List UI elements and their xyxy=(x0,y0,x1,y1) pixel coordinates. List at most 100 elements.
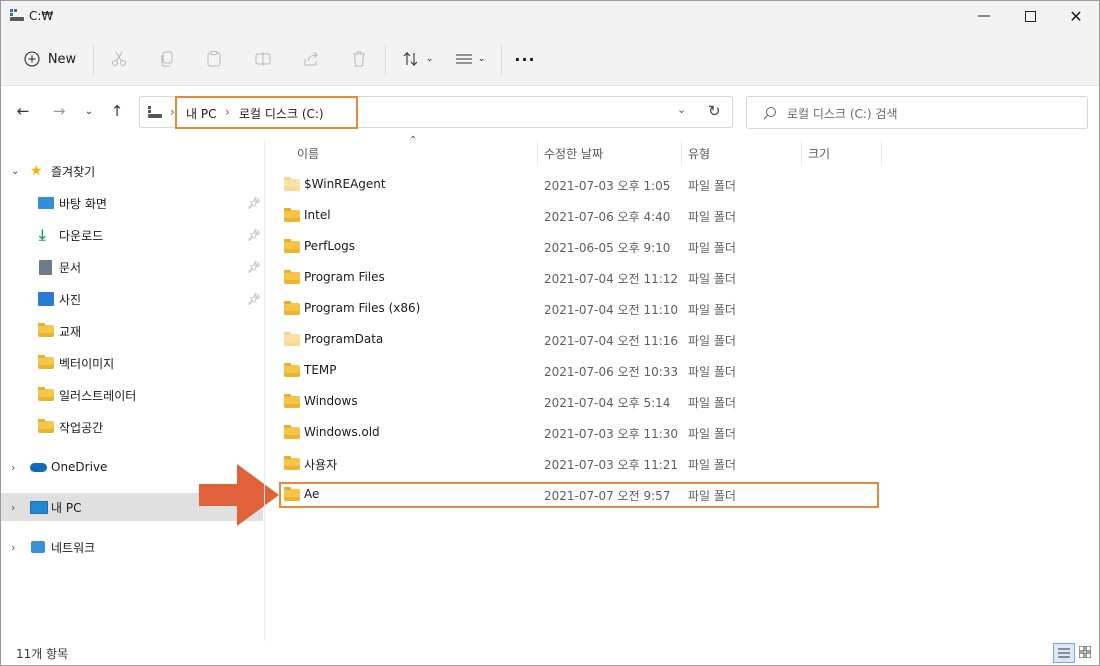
sidebar-item-folder[interactable]: 작업공간 xyxy=(1,413,263,441)
delete-icon xyxy=(353,51,365,67)
chevron-right-icon: › xyxy=(11,500,16,514)
chevron-down-icon: ⌄ xyxy=(425,54,434,64)
pin-icon: 📌︎ xyxy=(247,292,261,306)
file-date: 2021-07-06 오후 4:40 xyxy=(544,210,671,224)
recent-locations-button[interactable]: ⌄ xyxy=(77,99,101,123)
file-date: 2021-07-04 오전 11:12 xyxy=(544,272,679,286)
folder-icon xyxy=(284,177,300,191)
toolbar-divider xyxy=(501,45,502,75)
details-view-button[interactable] xyxy=(1053,643,1075,663)
status-item-count: 11개 항목 xyxy=(16,647,69,661)
row-highlight xyxy=(279,482,879,508)
column-divider xyxy=(801,141,802,165)
pin-icon: 📌︎ xyxy=(247,260,261,274)
file-date: 2021-07-06 오전 10:33 xyxy=(544,365,679,379)
new-button[interactable]: New xyxy=(15,43,85,75)
file-name: Program Files (x86) xyxy=(304,301,421,315)
file-type: 파일 폴더 xyxy=(688,365,736,379)
details-view-icon xyxy=(1058,648,1070,658)
folder-icon xyxy=(284,363,300,377)
sidebar-item-desktop[interactable]: 바탕 화면 📌︎ xyxy=(1,189,263,217)
sidebar-label: 바탕 화면 xyxy=(59,196,107,211)
rename-button[interactable] xyxy=(251,43,275,75)
table-row[interactable]: Windows 2021-07-04 오후 5:14 파일 폴더 xyxy=(279,387,879,417)
column-divider xyxy=(537,141,538,165)
file-date: 2021-07-03 오후 1:05 xyxy=(544,179,671,193)
file-name: Windows xyxy=(304,394,358,408)
sort-button[interactable]: ⌄ xyxy=(399,43,437,75)
folder-icon xyxy=(38,419,54,433)
paste-button[interactable] xyxy=(202,43,226,75)
view-button[interactable]: ⌄ xyxy=(450,43,490,75)
table-row[interactable]: Program Files (x86) 2021-07-04 오전 11:10 … xyxy=(279,294,879,324)
table-row[interactable]: 사용자 2021-07-03 오후 11:21 파일 폴더 xyxy=(279,449,879,479)
file-type: 파일 폴더 xyxy=(688,427,736,441)
sidebar-divider xyxy=(264,141,265,641)
sidebar-item-downloads[interactable]: ⤓ 다운로드 📌︎ xyxy=(1,221,263,249)
toolbar-divider xyxy=(93,45,94,75)
column-header-type[interactable]: 유형 xyxy=(688,145,710,162)
table-row[interactable]: Intel 2021-07-06 오후 4:40 파일 폴더 xyxy=(279,201,879,231)
table-row[interactable]: $WinREAgent 2021-07-03 오후 1:05 파일 폴더 xyxy=(279,170,879,200)
star-icon: ★ xyxy=(30,163,43,179)
sidebar-item-network[interactable]: › 네트워크 xyxy=(1,533,263,561)
sort-icon xyxy=(403,51,418,67)
refresh-icon[interactable]: ↻ xyxy=(708,102,721,120)
folder-icon xyxy=(284,270,300,284)
table-row[interactable]: Program Files 2021-07-04 오전 11:12 파일 폴더 xyxy=(279,263,879,293)
copy-button[interactable] xyxy=(155,43,179,75)
file-type: 파일 폴더 xyxy=(688,334,736,348)
sidebar-item-quick-access[interactable]: ⌄ ★ 즐겨찾기 xyxy=(1,157,263,185)
file-date: 2021-06-05 오후 9:10 xyxy=(544,241,671,255)
toolbar-divider xyxy=(385,45,386,75)
sidebar-item-pictures[interactable]: 사진 📌︎ xyxy=(1,285,263,313)
chevron-right-icon: › xyxy=(11,540,16,554)
breadcrumb-highlight xyxy=(175,96,358,129)
more-options-button[interactable]: ··· xyxy=(513,43,537,75)
table-row[interactable]: TEMP 2021-07-06 오전 10:33 파일 폴더 xyxy=(279,356,879,386)
close-button[interactable]: ✕ xyxy=(1053,1,1099,31)
file-type: 파일 폴더 xyxy=(688,179,736,193)
forward-button[interactable]: → xyxy=(47,99,71,123)
window-title: C:₩ xyxy=(29,9,54,23)
cut-button[interactable] xyxy=(107,43,131,75)
view-icon xyxy=(455,54,472,64)
search-box[interactable]: 로컬 디스크 (C:) 검색 xyxy=(746,96,1088,129)
file-name: TEMP xyxy=(304,363,337,377)
sidebar-item-folder[interactable]: 벡터이미지 xyxy=(1,349,263,377)
sidebar-item-folder[interactable]: 교재 xyxy=(1,317,263,345)
sidebar-item-documents[interactable]: 문서 📌︎ xyxy=(1,253,263,281)
drive-icon xyxy=(148,106,162,121)
back-button[interactable]: ← xyxy=(11,99,35,123)
file-name: Intel xyxy=(304,208,331,222)
sidebar-label: 일러스트레이터 xyxy=(59,388,137,403)
address-dropdown-icon[interactable]: ⌄ xyxy=(677,103,686,116)
folder-icon xyxy=(38,323,54,337)
share-icon xyxy=(304,51,319,66)
folder-icon xyxy=(284,425,300,439)
share-button[interactable] xyxy=(299,43,323,75)
sidebar-label: OneDrive xyxy=(51,460,108,474)
cut-icon xyxy=(112,51,126,66)
sidebar-item-folder[interactable]: 일러스트레이터 xyxy=(1,381,263,409)
file-type: 파일 폴더 xyxy=(688,458,736,472)
delete-button[interactable] xyxy=(347,43,371,75)
file-name: $WinREAgent xyxy=(304,177,386,191)
pin-icon: 📌︎ xyxy=(247,196,261,210)
table-row[interactable]: PerfLogs 2021-06-05 오후 9:10 파일 폴더 xyxy=(279,232,879,262)
sidebar-label: 벡터이미지 xyxy=(59,356,115,371)
column-header-date[interactable]: 수정한 날짜 xyxy=(544,145,603,162)
up-button[interactable]: ↑ xyxy=(105,99,129,123)
column-header-size[interactable]: 크기 xyxy=(808,145,830,162)
search-placeholder: 로컬 디스크 (C:) 검색 xyxy=(787,107,898,121)
cloud-icon xyxy=(30,462,47,472)
table-row[interactable]: Windows.old 2021-07-03 오후 11:30 파일 폴더 xyxy=(279,418,879,448)
minimize-button[interactable]: — xyxy=(961,1,1007,31)
column-header-name[interactable]: 이름 xyxy=(297,145,319,162)
maximize-button[interactable] xyxy=(1007,1,1053,31)
navigation-pane: ⌄ ★ 즐겨찾기 바탕 화면 📌︎ ⤓ 다운로드 📌︎ 문서 📌︎ 사진 📌︎ … xyxy=(1,141,263,641)
drive-icon xyxy=(10,9,24,21)
table-row[interactable]: ProgramData 2021-07-04 오전 11:16 파일 폴더 xyxy=(279,325,879,355)
tiles-view-button[interactable] xyxy=(1075,643,1095,661)
folder-icon xyxy=(284,301,300,315)
